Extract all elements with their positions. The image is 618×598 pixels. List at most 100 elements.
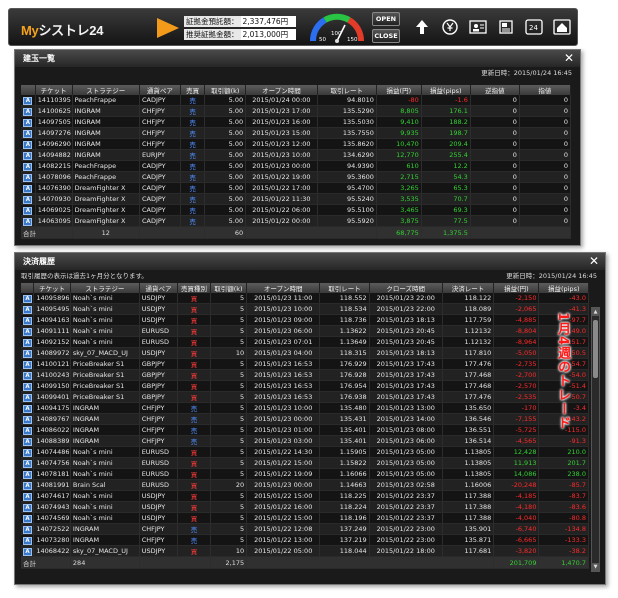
scroll-up-icon[interactable]: ▲ [592,308,599,316]
table-row[interactable]: A 14091111 Noah`s mini EURUSD 買 5 2015/01/23 0… [21,325,589,338]
table-row[interactable]: A 14076390 DreamFighter X CADJPY 売 5.00 2015/0… [21,182,572,195]
table-row[interactable]: A 14094163 Noah`s mini USDJPY 買 5 2015/01/23 0… [21,314,589,327]
history-scrollbar[interactable]: ▲ ▼ [591,307,600,572]
column-header[interactable]: ストラテジー [70,283,140,293]
column-header[interactable]: 売買種別 [177,283,211,293]
column-header[interactable]: 取引額(k) [204,85,247,95]
table-row[interactable]: A 14092152 Noah`s mini EURUSD 買 5 2015/01/23 0… [21,336,589,349]
table-cell: CHFJPY [139,138,181,151]
table-cell: CHFJPY [139,116,181,129]
table-row[interactable]: A 14074569 Noah`s mini USDJPY 買 5 2015/01/22 1… [21,512,589,525]
column-header[interactable]: 損益(pips) [538,283,589,293]
total-count: 284 [70,556,140,570]
profile-icon[interactable] [467,16,489,38]
table-row[interactable]: A 14099401 PriceBreaker S1 GBPJPY 買 5 2015/01/… [21,391,589,404]
column-header[interactable]: 損益(円) [376,85,422,95]
margin-summary: 証拠金預託額： 2,337,476円 推奨証拠金額： 2,013,000円 [184,15,296,41]
document-icon[interactable] [495,16,517,38]
column-header[interactable]: 取引レート [317,85,377,95]
table-cell: PriceBreaker S1 [70,369,140,382]
table-cell: 買 [177,501,211,514]
column-header[interactable]: 逆指値 [470,85,520,95]
column-header[interactable]: 決済レート [442,283,495,293]
table-row[interactable]: A 14094882 INGRAM EURJPY 売 5.00 2015/01/23 10:… [21,149,572,162]
table-row[interactable]: A 14089767 INGRAM CHFJPY 売 5 2015/01/23 00:00 1… [21,413,589,426]
scroll-down-icon[interactable]: ▼ [592,563,599,571]
table-cell: 14076390 [35,182,73,195]
table-cell: -2,150 [493,293,540,305]
column-header[interactable]: 損益(円) [493,283,540,293]
table-cell: -133.3 [538,534,589,547]
table-row[interactable]: A 14082215 PeachFrappe CADJPY 売 5.00 2015/01/2… [21,160,572,173]
open-button[interactable]: OPEN [372,12,400,26]
table-row[interactable]: A 14074943 Noah`s mini USDJPY 買 5 2015/01/22 1… [21,501,589,514]
column-header[interactable]: 売買 [180,85,206,95]
table-row[interactable]: A 14100625 INGRAM CHFJPY 売 5.00 2015/01/23 17:… [21,105,572,118]
table-cell: 2015/01/23 06:00 [246,325,321,338]
table-row[interactable]: A 14094175 INGRAM CHFJPY 売 5 2015/01/23 10:00 1… [21,402,589,415]
yen-icon[interactable] [439,16,461,38]
table-row[interactable]: A 14095495 Noah`s mini USDJPY 買 5 2015/01/23 1… [21,303,589,316]
column-header[interactable]: チケット [35,85,73,95]
table-cell: 14099150 [33,380,71,393]
column-header[interactable]: オープン時間 [245,85,318,95]
24h-icon[interactable]: 24 [523,16,545,38]
table-row[interactable]: A 14068422 sky_07_MACD_UJ USDJPY 買 10 2015/01/… [21,545,589,558]
table-row[interactable]: A 14081991 Brain Scal EURUSD 買 20 2015/01/23 0… [21,479,589,492]
home-icon[interactable] [551,16,573,38]
column-header[interactable]: 損益(pips) [421,85,471,95]
table-row[interactable]: A 14074486 Noah`s mini EURUSD 買 5 2015/01/22 1… [21,446,589,459]
close-icon[interactable]: ✕ [589,254,599,269]
table-row[interactable]: A 14100121 PriceBreaker S1 GBPJPY 買 5 2015/01/… [21,358,589,371]
table-row[interactable]: A 14086022 INGRAM CHFJPY 売 5 2015/01/23 01:00 1… [21,424,589,437]
column-header[interactable] [21,283,35,293]
table-row[interactable]: A 14100243 PriceBreaker S1 GBPJPY 買 5 2015/01/… [21,369,589,382]
column-header[interactable]: オープン時間 [246,283,321,293]
table-row[interactable]: A 14088389 INGRAM CHFJPY 売 5 2015/01/23 03:00 1… [21,435,589,448]
table-row[interactable]: A 14099150 PriceBreaker S1 GBPJPY 買 5 2015/01/… [21,380,589,393]
table-cell: DreamFighter X [72,193,140,206]
table-row[interactable]: A 14110395 PeachFrappe CADJPY 売 5.00 2015/01/2… [21,95,572,107]
logout-icon[interactable] [579,16,601,38]
column-header[interactable]: 取引レート [319,283,370,293]
table-cell: 5 [210,402,248,415]
table-cell: 2015/01/23 00:00 [246,413,321,426]
column-header[interactable]: 通貨ペア [139,283,179,293]
table-cell: 1.13805 [442,457,495,470]
column-header[interactable]: 取引額(k) [210,283,248,293]
table-row[interactable]: A 14089972 sky_07_MACD_UJ USDJPY 買 10 2015/01/… [21,347,589,360]
table-cell: Noah`s mini [70,293,140,305]
column-header[interactable]: 指値 [519,85,572,95]
column-header[interactable]: チケット [33,283,71,293]
table-row[interactable]: A 14097276 INGRAM CHFJPY 売 5.00 2015/01/23 15:… [21,127,572,140]
table-row[interactable]: A 14078181 Noah`s mini EURUSD 買 5 2015/01/22 1… [21,468,589,481]
close-button[interactable]: CLOSE [372,29,400,43]
auto-trade-icon: A [21,293,35,305]
table-row[interactable]: A 14070930 DreamFighter X CADJPY 売 5.00 2015/0… [21,193,572,206]
table-cell: 14094175 [33,402,71,415]
table-cell: GBPJPY [139,358,179,371]
column-header[interactable]: クローズ時間 [369,283,443,293]
table-row[interactable]: A 14074756 Noah`s mini EURUSD 買 5 2015/01/22 1… [21,457,589,470]
table-row[interactable]: A 14072522 INGRAM CHFJPY 売 5 2015/01/22 12:08 1… [21,523,589,536]
scroll-thumb[interactable] [593,320,598,378]
total-amount: 60 [204,226,247,240]
column-header[interactable] [21,85,36,95]
table-row[interactable]: A 14069025 DreamFighter X CADJPY 売 5.00 2015/0… [21,204,572,217]
up-arrow-icon[interactable] [411,16,433,38]
table-cell: 94.8010 [317,95,377,107]
close-icon[interactable]: ✕ [564,51,574,66]
table-cell: INGRAM [72,138,140,151]
table-row[interactable]: A 14063095 DreamFighter X CADJPY 売 5.00 2015/0… [21,215,572,228]
table-cell: CADJPY [139,204,181,217]
auto-badge: A [23,217,33,226]
table-cell: -85.7 [538,479,589,492]
table-row[interactable]: A 14097505 INGRAM CHFJPY 売 5.00 2015/01/23 16:… [21,116,572,129]
column-header[interactable]: 通貨ペア [139,85,181,95]
column-header[interactable]: ストラテジー [72,85,140,95]
table-row[interactable]: A 14096290 INGRAM CHFJPY 売 5.00 2015/01/23 12:… [21,138,572,151]
table-row[interactable]: A 14073280 INGRAM CHFJPY 売 5 2015/01/22 13:00 1… [21,534,589,547]
table-row[interactable]: A 14078096 PeachFrappe CADJPY 売 5.00 2015/01/2… [21,171,572,184]
table-row[interactable]: A 14074617 Noah`s mini USDJPY 買 5 2015/01/22 1… [21,490,589,503]
table-row[interactable]: A 14095896 Noah`s mini USDJPY 買 5 2015/01/23 1… [21,293,589,305]
